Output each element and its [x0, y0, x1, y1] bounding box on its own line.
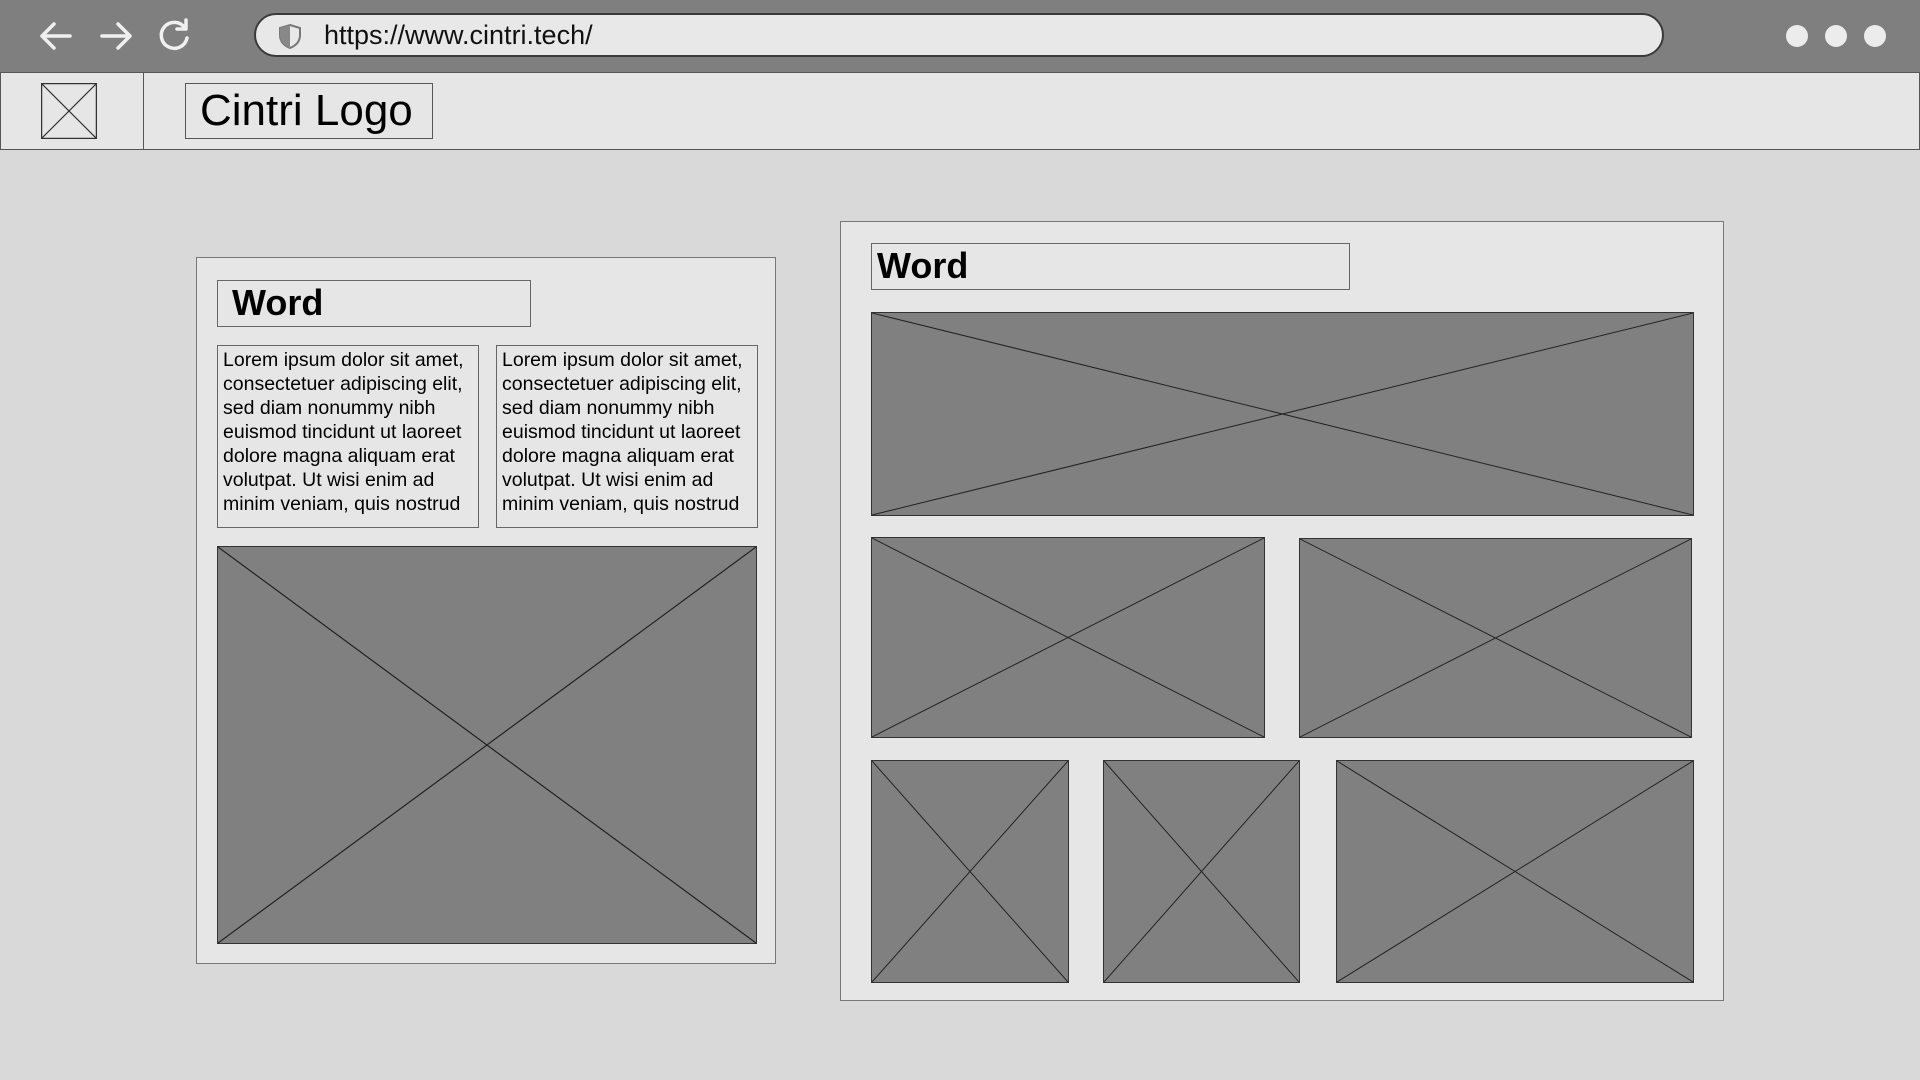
- left-card: Word Lorem ipsum dolor sit amet, consect…: [196, 257, 776, 964]
- left-card-heading: Word: [217, 280, 531, 327]
- back-arrow-icon[interactable]: [34, 14, 78, 58]
- left-card-text-1: Lorem ipsum dolor sit amet, consectetuer…: [217, 345, 479, 528]
- image-placeholder: [1103, 760, 1300, 983]
- forward-arrow-icon[interactable]: [94, 14, 138, 58]
- dot-icon: [1786, 25, 1808, 47]
- browser-toolbar: https://www.cintri.tech/: [0, 0, 1920, 72]
- site-header: Cintri Logo: [0, 72, 1920, 150]
- header-divider: [143, 73, 144, 149]
- right-card: Word: [840, 221, 1724, 1001]
- shield-icon: [278, 23, 302, 50]
- image-placeholder: [871, 537, 1265, 738]
- image-placeholder: [217, 546, 757, 944]
- left-card-text-2: Lorem ipsum dolor sit amet, consectetuer…: [496, 345, 758, 528]
- url-text[interactable]: https://www.cintri.tech/: [324, 15, 593, 55]
- image-placeholder: [871, 312, 1694, 516]
- address-bar[interactable]: https://www.cintri.tech/: [254, 13, 1664, 57]
- image-placeholder: [871, 760, 1069, 983]
- image-placeholder: [1336, 760, 1694, 983]
- dot-icon: [1864, 25, 1886, 47]
- more-dots-icon[interactable]: [1786, 25, 1886, 47]
- reload-icon[interactable]: [152, 14, 196, 58]
- dot-icon: [1825, 25, 1847, 47]
- site-logo[interactable]: Cintri Logo: [185, 83, 433, 139]
- right-card-heading: Word: [871, 243, 1350, 290]
- image-placeholder: [1299, 538, 1692, 738]
- image-placeholder-icon[interactable]: [41, 83, 97, 139]
